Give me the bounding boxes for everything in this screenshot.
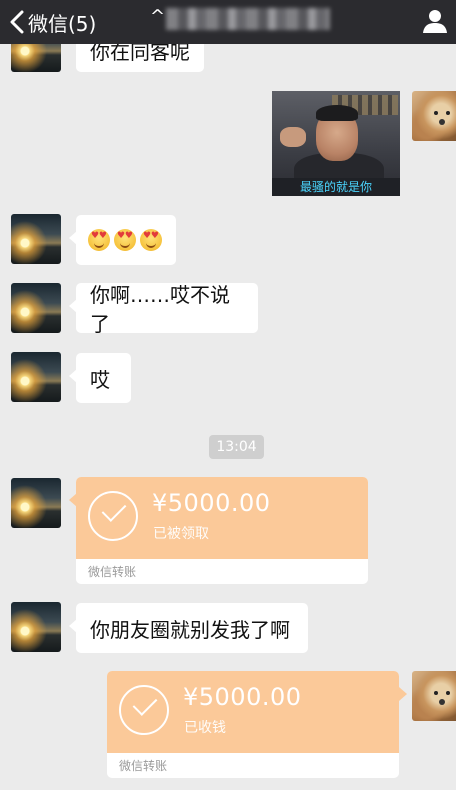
title-caret: ^ [150, 6, 166, 27]
transfer-footer: 微信转账 [88, 565, 137, 579]
message-text: 你朋友圈就别发我了啊 [90, 617, 290, 642]
back-button[interactable]: 微信(5) [8, 6, 96, 38]
contact-avatar[interactable] [11, 352, 61, 402]
heart-eyes-emoji-icon [140, 229, 162, 251]
contact-avatar[interactable] [11, 602, 61, 652]
transfer-card[interactable]: ¥5000.00 已被领取 微信转账 [69, 477, 368, 584]
my-avatar[interactable] [412, 91, 456, 141]
my-avatar[interactable] [412, 671, 456, 721]
transfer-amount: ¥5000.00 [183, 683, 302, 711]
message-timestamp: 13:04 [209, 435, 264, 459]
sticker-image[interactable]: 最骚的就是你 [272, 91, 400, 196]
transfer-status: 已收钱 [184, 720, 226, 736]
transfer-footer: 微信转账 [119, 759, 168, 773]
check-circle-icon [88, 491, 138, 541]
transfer-card-top: ¥5000.00 已被领取 [76, 477, 368, 559]
message-bubble[interactable]: 你朋友圈就别发我了啊 [69, 603, 308, 653]
heart-eyes-emoji-icon [114, 229, 136, 251]
transfer-card-tail [399, 687, 407, 701]
message-text: 哎 [90, 367, 110, 392]
heart-eyes-emoji-icon [88, 229, 110, 251]
blurred-chat-title [166, 8, 330, 30]
transfer-card-top: ¥5000.00 已收钱 [107, 671, 399, 753]
back-chevron-icon [10, 10, 24, 34]
message-bubble[interactable]: 你啊……哎不说了 [69, 283, 258, 336]
message-bubble-emoji[interactable] [69, 215, 176, 265]
sticker-caption: 最骚的就是你 [272, 178, 400, 196]
transfer-card[interactable]: ¥5000.00 已收钱 微信转账 [107, 671, 399, 778]
contact-avatar[interactable] [11, 478, 61, 528]
profile-icon[interactable] [422, 8, 448, 34]
back-label: 微信(5) [28, 11, 97, 36]
message-bubble[interactable]: 哎 [69, 353, 131, 403]
top-bar: 微信(5) ^ [0, 0, 456, 44]
message-text: 你啊……哎不说了 [90, 283, 230, 336]
transfer-amount: ¥5000.00 [152, 489, 271, 517]
check-circle-icon [119, 685, 169, 735]
contact-avatar[interactable] [11, 214, 61, 264]
contact-avatar[interactable] [11, 283, 61, 333]
transfer-status: 已被领取 [153, 526, 209, 542]
